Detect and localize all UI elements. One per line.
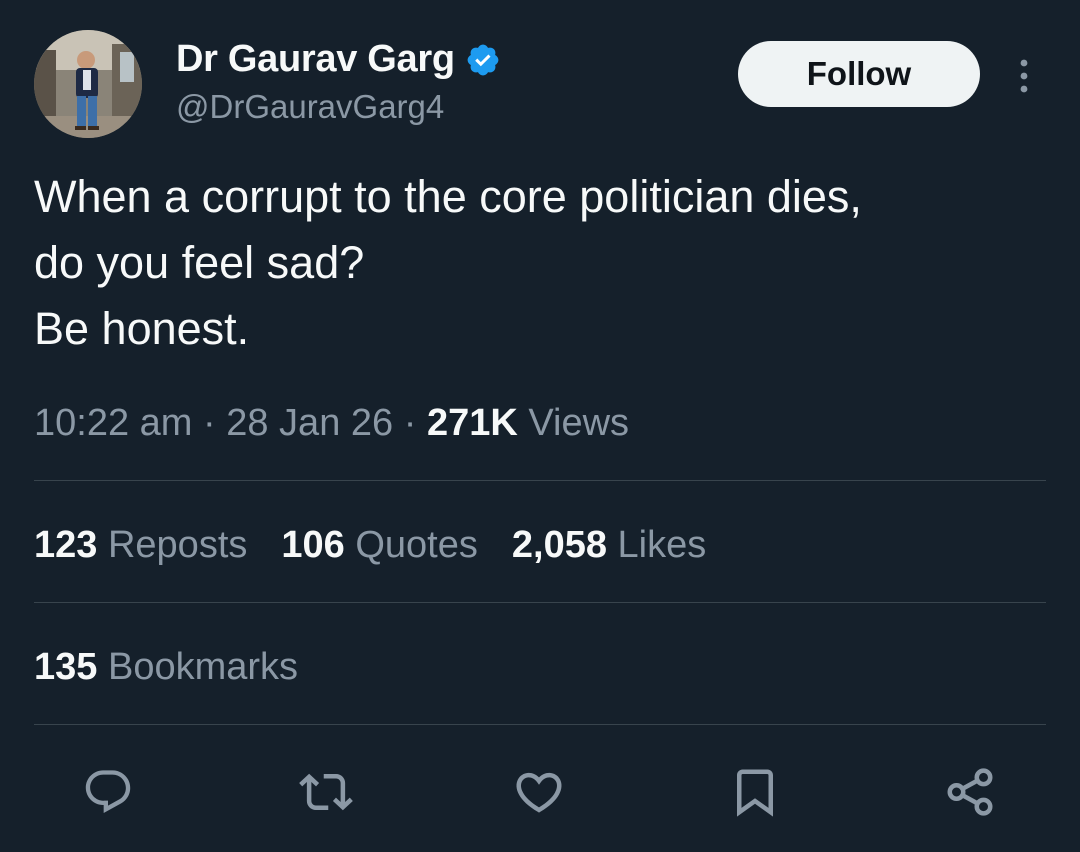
author-handle[interactable]: @DrGauravGarg4	[176, 84, 444, 130]
author-display-name[interactable]: Dr Gaurav Garg	[176, 34, 501, 84]
bookmarks-label: Bookmarks	[107, 646, 299, 688]
views-count: 271K	[426, 402, 518, 444]
divider	[34, 724, 1046, 725]
tweet-date[interactable]: 28 Jan 26	[226, 402, 393, 444]
tweet-text-line: do you feel sad?	[34, 237, 365, 288]
reposts-stat[interactable]: 123 Reposts	[34, 520, 247, 570]
quotes-stat[interactable]: 106 Quotes	[281, 520, 478, 570]
quotes-count: 106	[281, 524, 345, 566]
tweet-text-line: Be honest.	[34, 303, 250, 354]
meta-separator: ·	[203, 402, 216, 444]
engagement-stats: 123 Reposts 106 Quotes 2,058 Likes	[34, 520, 740, 570]
follow-button[interactable]: Follow	[738, 41, 980, 107]
divider	[34, 480, 1046, 481]
avatar[interactable]	[34, 30, 142, 138]
divider	[34, 602, 1046, 603]
like-icon	[516, 772, 562, 813]
reply-icon	[85, 770, 131, 814]
repost-button[interactable]	[298, 764, 354, 820]
like-button[interactable]	[511, 764, 567, 820]
retweet-icon	[299, 773, 353, 811]
bookmarks-stat: 135 Bookmarks	[34, 642, 298, 692]
author-name-text: Dr Gaurav Garg	[176, 38, 455, 80]
bookmark-icon	[737, 769, 773, 817]
tweet-time[interactable]: 10:22 am	[34, 402, 192, 444]
meta-separator: ·	[403, 402, 417, 444]
reposts-label: Reposts	[107, 524, 248, 566]
bookmarks-count: 135	[34, 646, 98, 688]
share-icon	[947, 768, 993, 816]
views-label: Views	[528, 402, 630, 444]
tweet-text-line: When a corrupt to the core politician di…	[34, 171, 862, 222]
reply-button[interactable]	[80, 764, 136, 820]
likes-label: Likes	[617, 524, 707, 566]
likes-count: 2,058	[511, 524, 607, 566]
reposts-count: 123	[34, 524, 98, 566]
tweet-meta: 10:22 am · 28 Jan 26 · 271K Views	[34, 398, 629, 448]
bookmark-button[interactable]	[727, 764, 783, 820]
tweet-text: When a corrupt to the core politician di…	[34, 164, 1044, 362]
quotes-label: Quotes	[355, 524, 478, 566]
more-options-icon[interactable]	[1006, 52, 1042, 100]
share-button[interactable]	[942, 764, 998, 820]
avatar-image	[34, 30, 142, 138]
verified-badge-icon	[465, 41, 501, 77]
likes-stat[interactable]: 2,058 Likes	[512, 520, 706, 570]
